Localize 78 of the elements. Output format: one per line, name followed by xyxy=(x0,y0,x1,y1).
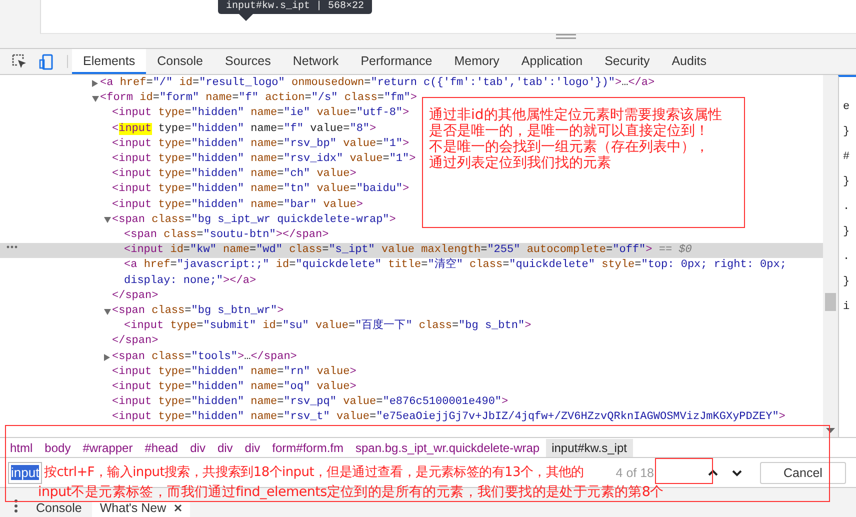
breadcrumb-item[interactable]: #head xyxy=(138,438,184,456)
breadcrumb-item[interactable]: html xyxy=(4,438,39,456)
style-rule-fragment: e xyxy=(843,101,851,113)
annotation-note: 通过非id的其他属性定位元素时需要搜索该属性 是否是唯一的，是唯一的就可以直接定位到！ 不是唯一的会找到一组元素（存在列表中）， 通过列表定位到我们找的元素 xyxy=(422,97,745,228)
style-rule-fragment: } xyxy=(843,226,851,238)
dom-node-row[interactable]: <form id="form" name="f" action="/s" class="fm"> xyxy=(0,91,421,106)
panel-tab[interactable]: Elements xyxy=(72,49,146,74)
element-markup: <input type="hidden" name="bar" value> xyxy=(112,198,364,213)
breadcrumb-item[interactable]: div xyxy=(211,438,239,456)
panel-tab[interactable]: Memory xyxy=(443,49,510,74)
dom-node-row[interactable]: <a href="/" id="result_logo" onmousedown="return c({'fm':'tab','tab':'logo'})">…</a> xyxy=(0,76,659,92)
dom-node-row[interactable]: <span class="bg s_btn_wr"> xyxy=(0,304,288,320)
drawer-tab[interactable]: Console xyxy=(28,501,90,517)
closing-tag: </span> xyxy=(112,288,162,304)
closing-tag: </span> xyxy=(112,334,162,350)
element-markup: <span class="bg s_btn_wr"> xyxy=(112,304,285,320)
element-markup: <input type="hidden" name="rsv_t" value="e75eaOiejjGj7v+JbIZ/4jqfw+/ZV6HZzvQRknIAGWOSMVizJmKGXyPDZEY"> xyxy=(112,410,786,426)
breadcrumb-item[interactable]: span.bg.s_ipt_wr.quickdelete-wrap xyxy=(349,438,546,456)
dom-node-row[interactable]: <span class="soutu-btn"></span> xyxy=(0,228,333,244)
panel-tab[interactable]: Sources xyxy=(214,49,282,74)
panel-tab[interactable]: Application xyxy=(510,49,594,74)
element-markup: <input type="hidden" name="rsv_bp" value="1"> xyxy=(112,136,410,152)
panel-tab[interactable]: Audits xyxy=(660,49,718,74)
element-markup: <input type="hidden" name="rsv_pq" value="e876c5100001e490"> xyxy=(112,395,510,410)
breadcrumb-item[interactable]: div xyxy=(184,438,212,456)
style-rule-fragment: # xyxy=(843,151,851,163)
annotation-text: input不是元素标签，而我们通过find_elements定位到的是所有的元素，我们要找的是处于元素的第8个 xyxy=(38,483,664,501)
style-rule-fragment: . xyxy=(843,201,851,213)
breadcrumb-item[interactable]: form#form.fm xyxy=(266,438,350,456)
element-markup: <a href="javascript:;" id="quickdelete" title="清空" class="quickdelete" style="top: 0px; right: 0px; display: none;"></a> xyxy=(124,258,788,289)
breadcrumb-item[interactable]: body xyxy=(38,438,77,456)
drawer-tab[interactable]: What's New xyxy=(92,501,190,517)
dom-node-row[interactable]: <input type="hidden" name="bar" value> xyxy=(0,198,367,213)
dom-node-row[interactable]: <span class="tools">…</span> xyxy=(0,350,301,365)
breadcrumb-item[interactable]: input#kw.s_ipt xyxy=(546,438,633,456)
panel-tab[interactable]: Performance xyxy=(350,49,444,74)
element-markup: <input type="hidden" name="tn" value="baidu"> xyxy=(112,182,410,198)
element-markup: <a href="/" id="result_logo" onmousedown="return c({'fm':'tab','tab':'logo'})">…</a> xyxy=(100,76,656,91)
dom-node-row[interactable]: <input type="hidden" name="oq" value> xyxy=(0,380,360,396)
style-rule-fragment: } xyxy=(843,276,851,288)
style-rule-fragment: . xyxy=(843,251,851,263)
element-markup: <input type="submit" id="su" value="百度一下" class="bg s_btn"> xyxy=(124,319,532,334)
dom-node-row[interactable]: <input type="hidden" name="rsv_bp" value="1"> xyxy=(0,136,414,152)
dom-node-row[interactable]: <input type="hidden" name="rsv_pq" value="e876c5100001e490"> xyxy=(0,395,512,410)
match-count: 4 of 18 xyxy=(616,466,654,480)
dom-node-row[interactable]: <input type="hidden" name="rn" value> xyxy=(0,364,360,380)
style-rule-fragment: i xyxy=(843,301,851,313)
dom-node-row[interactable]: <input type="hidden" name="tn" value="baidu"> xyxy=(0,182,414,198)
element-markup: <span class="bg s_ipt_wr quickdelete-wrap"> xyxy=(112,212,397,228)
element-markup: <input type="hidden" name="oq" value> xyxy=(112,380,358,396)
dom-node-row[interactable]: <input type="hidden" name="rsv_t" value="e75eaOiejjGj7v+JbIZ/4jqfw+/ZV6HZzvQRknIAGWOSMVizJmKGXyPDZEY"> xyxy=(0,410,790,426)
element-markup: <input id="kw" name="wd" class="s_ipt" value maxlength="255" autocomplete="off"> == $0 xyxy=(124,243,693,258)
annotation-text: 按ctrl+F，输入input搜索，共搜索到18个input，但是通过查看，是元素标签的有13个，其他的 xyxy=(44,464,584,481)
breadcrumb-item[interactable]: div xyxy=(238,438,266,456)
style-rule-fragment: } xyxy=(843,176,851,188)
dom-node-row[interactable]: <input id="kw" name="wd" class="s_ipt" value maxlength="255" autocomplete="off"> == $0 xyxy=(0,243,823,258)
element-markup: <form id="form" name="f" action="/s" class="fm"> xyxy=(100,91,418,106)
element-markup: <input type="hidden" name="rsv_idx" value="1"> xyxy=(112,152,417,168)
element-markup: <input type="hidden" name="rn" value> xyxy=(112,364,358,380)
dom-node-row[interactable]: <input type="hidden" name="ie" value="utf-8"> xyxy=(0,106,414,122)
dom-node-row[interactable]: <input type="hidden" name="ch" value> xyxy=(0,167,360,182)
panel-tab[interactable]: Security xyxy=(594,49,661,74)
dom-node-row[interactable]: <input type="submit" id="su" value="百度一下" class="bg s_btn"> xyxy=(0,319,536,334)
dom-node-row[interactable]: <a href="javascript:;" id="quickdelete" title="清空" class="quickdelete" style="top: 0px; right: 0px; display: none;"></a> xyxy=(0,258,823,289)
style-rule-fragment: } xyxy=(843,126,851,138)
dom-node-row[interactable]: <span class="bg s_ipt_wr quickdelete-wrap"> xyxy=(0,212,400,228)
element-markup: <input type="hidden" name="ie" value="utf-8"> xyxy=(112,106,410,122)
element-markup: <input type="hidden" name="f" value="8"> xyxy=(112,122,378,137)
breadcrumb-item[interactable]: #wrapper xyxy=(76,438,139,456)
cancel-button[interactable]: Cancel xyxy=(760,462,846,484)
find-field[interactable]: input xyxy=(8,462,42,484)
dom-node-row[interactable]: <input type="hidden" name="rsv_idx" value="1"> xyxy=(0,152,420,168)
element-markup: <span class="tools">…</span> xyxy=(112,350,298,365)
element-markup: <span class="soutu-btn"></span> xyxy=(124,228,330,244)
element-markup: <input type="hidden" name="ch" value> xyxy=(112,167,358,182)
dom-node-row[interactable]: <input type="hidden" name="f" value="8"> xyxy=(0,122,380,137)
panel-tab[interactable]: Network xyxy=(282,49,350,74)
panel-tab[interactable]: Console xyxy=(146,49,214,74)
